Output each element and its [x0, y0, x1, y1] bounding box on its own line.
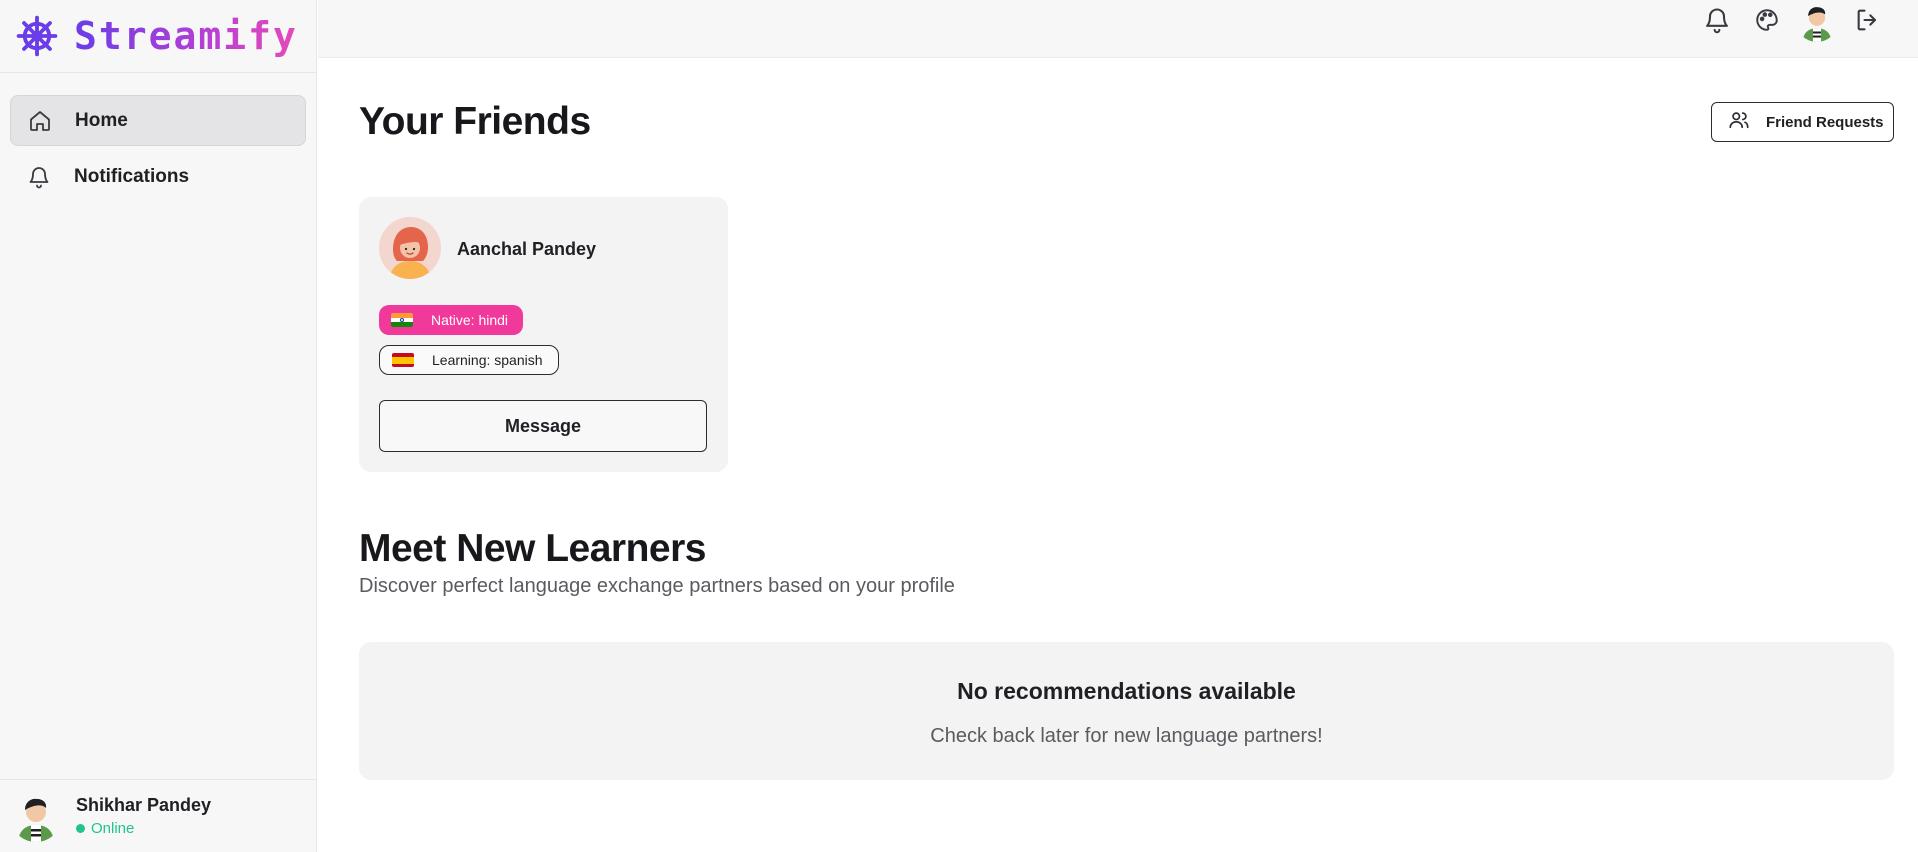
home-icon [27, 108, 53, 134]
india-flag-icon [391, 313, 413, 327]
section-title: Meet New Learners [359, 527, 706, 570]
user-meta: Shikhar Pandey Online [76, 795, 211, 837]
bell-icon[interactable] [1697, 0, 1737, 40]
ship-wheel-icon [14, 13, 60, 59]
learning-language-label: Learning: spanish [432, 352, 543, 368]
user-status: Online [76, 820, 211, 837]
online-dot-icon [76, 824, 85, 833]
empty-title: No recommendations available [957, 678, 1296, 704]
sidebar-item-notifications[interactable]: Notifications [10, 151, 306, 202]
sidebar-user: Shikhar Pandey Online [0, 779, 316, 852]
native-language-label: Native: hindi [431, 312, 509, 328]
bell-icon [26, 164, 52, 190]
friend-name: Aanchal Pandey [457, 239, 597, 259]
sidebar: Streamify Home Notifications Shikhar Pan… [0, 0, 317, 852]
native-language-badge: Native: hindi [379, 305, 524, 335]
page-title: Your Friends [359, 100, 591, 143]
friend-avatar [379, 217, 441, 279]
brand-name: Streamify [74, 14, 298, 58]
sidebar-item-label: Notifications [74, 165, 190, 187]
avatar [10, 790, 62, 842]
empty-recommendations: No recommendations available Check back … [359, 642, 1894, 780]
user-name: Shikhar Pandey [76, 795, 212, 815]
friend-requests-button[interactable]: Friend Requests [1711, 102, 1894, 142]
message-button[interactable]: Message [379, 400, 707, 452]
brand[interactable]: Streamify [0, 0, 316, 73]
friend-requests-label: Friend Requests [1766, 113, 1884, 131]
topbar [318, 0, 1918, 58]
status-label: Online [91, 820, 135, 837]
users-icon [1728, 109, 1750, 136]
friend-card: Aanchal Pandey Native: hindi Learning: s… [359, 197, 728, 472]
learning-language-badge: Learning: spanish [379, 345, 559, 375]
palette-icon[interactable] [1747, 0, 1787, 40]
section-subtitle: Discover perfect language exchange partn… [359, 575, 955, 597]
logout-icon[interactable] [1848, 0, 1888, 40]
avatar[interactable] [1796, 0, 1838, 42]
empty-subtitle: Check back later for new language partne… [930, 725, 1323, 747]
sidebar-item-home[interactable]: Home [10, 95, 306, 146]
sidebar-nav: Home Notifications [0, 73, 316, 202]
sidebar-item-label: Home [75, 109, 128, 131]
spain-flag-icon [392, 353, 414, 367]
